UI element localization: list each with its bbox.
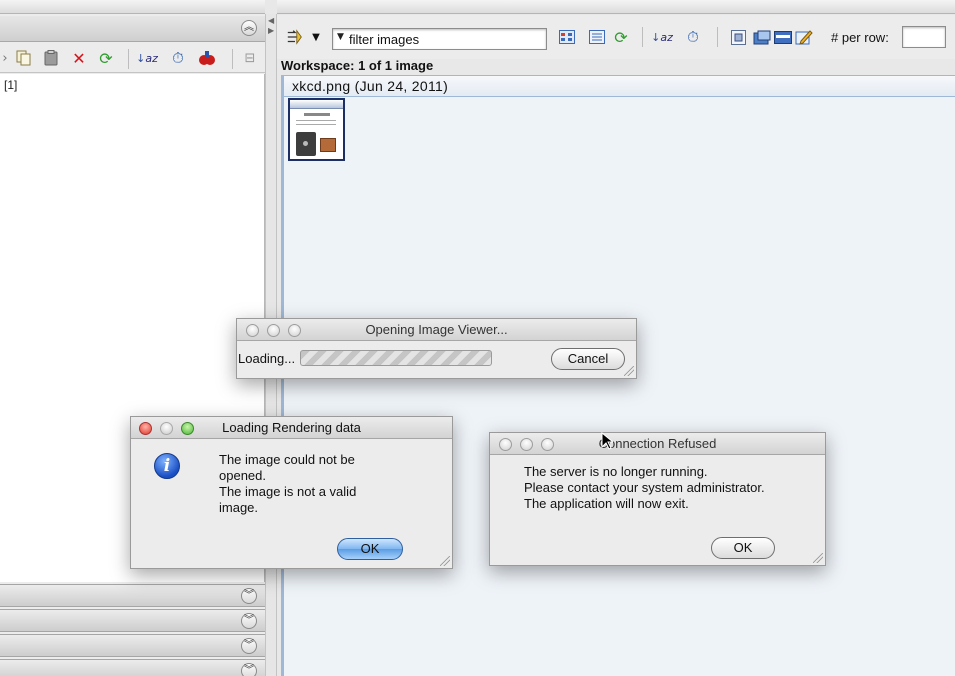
image-thumbnail[interactable]	[288, 98, 345, 161]
thumbnail-box	[320, 138, 336, 152]
sort-alpha-icon[interactable]: ↓ az	[651, 28, 673, 46]
save-icon[interactable]	[774, 28, 792, 46]
minimize-icon[interactable]	[520, 438, 533, 451]
dialog-title: Loading Rendering data	[222, 420, 361, 435]
zoom-icon[interactable]	[541, 438, 554, 451]
per-row-input[interactable]	[902, 26, 946, 48]
image-viewer-dialog: Opening Image Viewer... Loading... Cance…	[236, 318, 637, 379]
collapse-up-icon[interactable]: ︽	[241, 20, 257, 36]
ok-button[interactable]: OK	[711, 537, 775, 559]
delete-icon[interactable]: ✕	[70, 49, 88, 68]
list-view-icon[interactable]	[588, 28, 606, 46]
dialog-title: Connection Refused	[598, 436, 717, 451]
close-icon[interactable]	[246, 324, 259, 337]
rendering-dialog: Loading Rendering data i The image could…	[130, 416, 453, 569]
left-panel-header: ︽	[0, 16, 265, 42]
expand-down-icon[interactable]: ︾	[241, 588, 257, 604]
collapse-all-icon[interactable]: ⊟	[241, 49, 259, 67]
loading-label: Loading...	[238, 351, 296, 366]
close-icon[interactable]	[139, 422, 152, 435]
left-panel: ︽ › ✕ ⟳ ↓ az ⏱ ⊟ [1] ︾ ︾ ︾ ︾	[0, 0, 265, 676]
minimize-icon[interactable]	[267, 324, 280, 337]
workspace-label: Workspace: 1 of 1 image	[281, 58, 434, 73]
filter-input[interactable]: ▼ filter images	[332, 28, 547, 50]
chevron-icon[interactable]: ›	[0, 49, 14, 67]
accordion-bar[interactable]: ︾	[0, 609, 265, 632]
filter-dropdown-icon[interactable]: ▼	[337, 32, 344, 42]
thumbnail-safe	[296, 132, 316, 156]
message-line: image.	[219, 500, 259, 515]
chevron-down-icon[interactable]: ▼	[307, 28, 325, 46]
top-strip	[277, 0, 955, 14]
per-row-label: # per row:	[831, 30, 889, 45]
progress-bar	[300, 350, 492, 366]
minimize-icon[interactable]	[160, 422, 173, 435]
message-line: Please contact your system administrator…	[524, 480, 765, 495]
resize-grip-icon[interactable]	[624, 366, 634, 376]
refresh-icon[interactable]: ⟳	[97, 49, 115, 68]
message-line: The application will now exit.	[524, 496, 689, 511]
copy-icon[interactable]	[14, 49, 32, 67]
rendering-titlebar[interactable]: Loading Rendering data	[131, 417, 452, 439]
sort-alpha-icon[interactable]: ↓ az	[136, 49, 158, 67]
image-group-title: xkcd.png (Jun 24, 2011)	[292, 78, 449, 94]
thumbnail-line	[296, 124, 336, 125]
mouse-cursor-icon	[601, 432, 613, 450]
arrow-right-icon[interactable]: ▶	[268, 26, 274, 35]
image-group-header[interactable]: xkcd.png (Jun 24, 2011)	[284, 75, 955, 97]
toolbar-separator	[642, 27, 643, 47]
zoom-fit-icon[interactable]	[729, 28, 747, 46]
message-line: opened.	[219, 468, 266, 483]
expand-down-icon[interactable]: ︾	[241, 638, 257, 654]
zoom-icon[interactable]	[181, 422, 194, 435]
expand-down-icon[interactable]: ︾	[241, 663, 257, 676]
resize-grip-icon[interactable]	[813, 553, 823, 563]
timer-icon[interactable]: ⏱	[169, 49, 187, 67]
accordion-bar[interactable]: ︾	[0, 584, 265, 607]
dialog-title: Opening Image Viewer...	[365, 322, 508, 337]
refresh-icon[interactable]: ⟳	[612, 28, 630, 47]
connection-refused-dialog: Connection Refused The server is no long…	[489, 432, 826, 566]
zoom-icon[interactable]	[288, 324, 301, 337]
right-toolbar: ▼ ▼ filter images ⟳ ↓ az ⏱ # per row:	[277, 15, 955, 59]
thumbnail-heading	[304, 113, 330, 116]
message-line: The server is no longer running.	[524, 464, 708, 479]
left-top-strip	[0, 0, 265, 14]
message-line: The image could not be	[219, 452, 355, 467]
thumbnail-titlebar	[290, 100, 343, 109]
expand-down-icon[interactable]: ︾	[241, 613, 257, 629]
edit-icon[interactable]	[795, 28, 813, 46]
cancel-button[interactable]: Cancel	[551, 348, 625, 370]
ok-button[interactable]: OK	[337, 538, 403, 560]
close-icon[interactable]	[499, 438, 512, 451]
filter-value: filter images	[349, 32, 420, 47]
left-toolbar: › ✕ ⟳ ↓ az ⏱ ⊟	[0, 43, 265, 73]
toolbar-separator	[128, 49, 129, 69]
paste-icon[interactable]	[42, 49, 60, 67]
toolbar-separator	[717, 27, 718, 47]
tag-icon[interactable]	[198, 49, 216, 67]
accordion-bar[interactable]: ︾	[0, 659, 265, 676]
thumbnail-grid-icon[interactable]	[558, 28, 576, 46]
resize-grip-icon[interactable]	[440, 556, 450, 566]
folder-icon[interactable]	[753, 28, 771, 46]
arrow-left-icon[interactable]: ◀	[268, 16, 274, 25]
view-mode-icon[interactable]	[286, 28, 304, 46]
accordion-bar[interactable]: ︾	[0, 634, 265, 657]
thumbnail-line	[296, 120, 336, 121]
tree-item[interactable]: [1]	[4, 78, 17, 92]
toolbar-separator	[232, 49, 233, 69]
info-icon: i	[154, 453, 180, 479]
message-line: The image is not a valid	[219, 484, 357, 499]
timer-icon[interactable]: ⏱	[684, 28, 702, 46]
